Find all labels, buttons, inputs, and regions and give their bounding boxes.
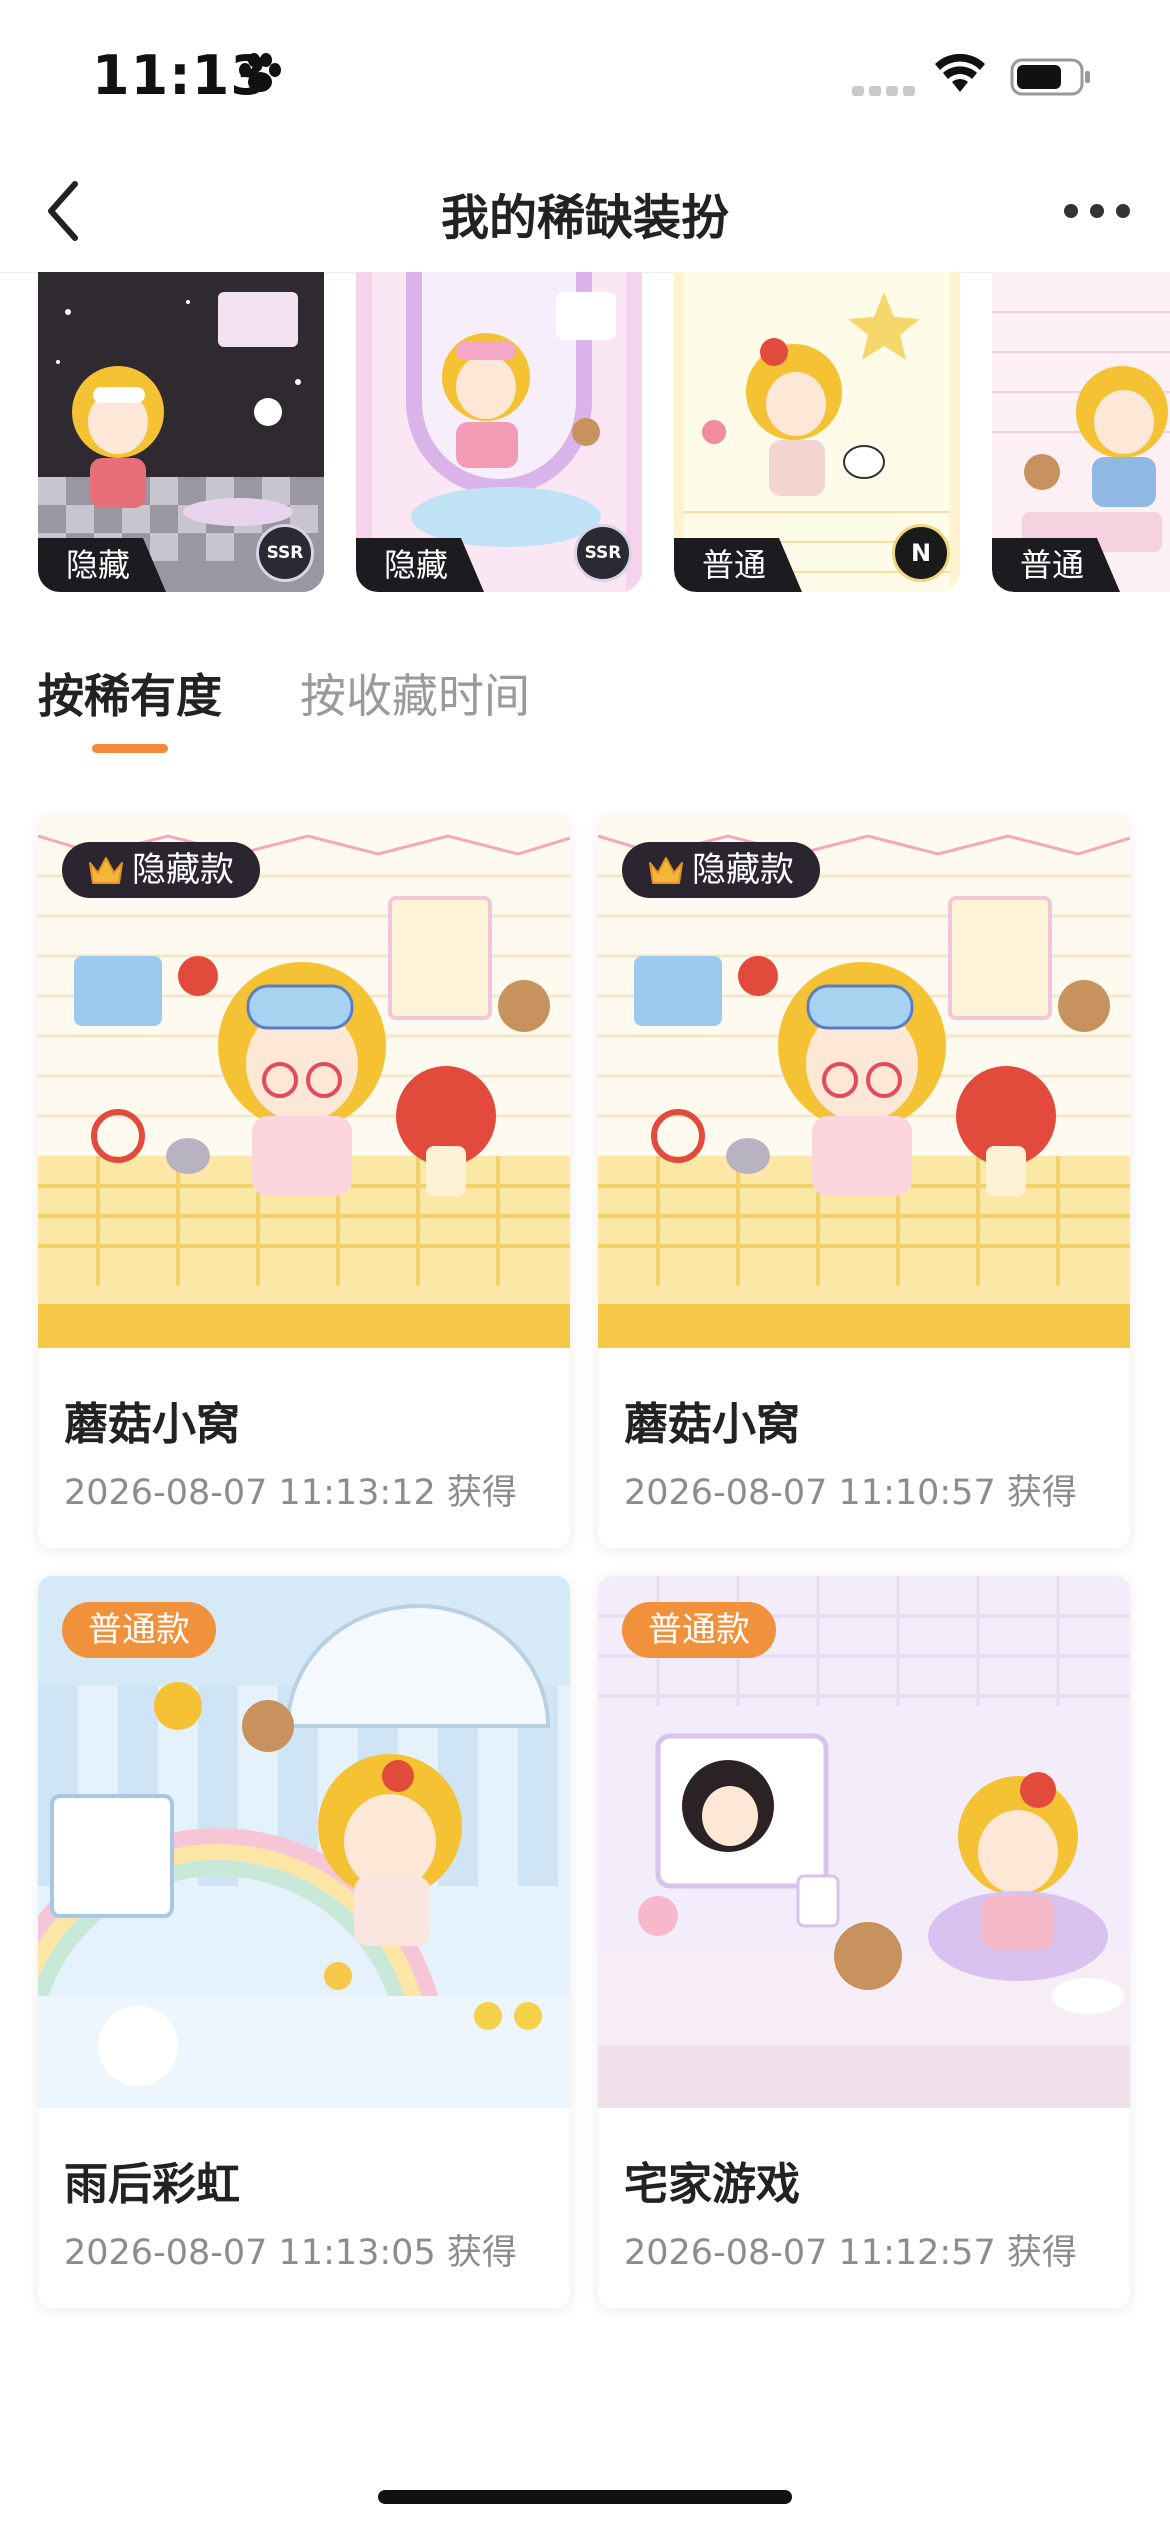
carousel-item[interactable]: 隐藏 SSR xyxy=(356,272,642,592)
rarity-badge: 隐藏款 xyxy=(622,842,820,898)
tab-by-rarity[interactable]: 按稀有度 xyxy=(38,660,222,726)
status-bar: 11:13 xyxy=(0,0,1170,150)
obtained-time: 2026-08-07 11:13:05 获得 xyxy=(64,2233,517,2273)
crown-icon xyxy=(89,857,123,884)
grade-badge: SSR xyxy=(256,524,314,582)
obtained-time: 2026-08-07 11:13:12 获得 xyxy=(64,1473,517,1513)
battery-icon xyxy=(1010,58,1090,96)
tab-by-collection-time[interactable]: 按收藏时间 xyxy=(300,660,530,726)
sort-tabs: 按稀有度 按收藏时间 xyxy=(38,660,838,760)
outfit-carousel[interactable]: 隐藏 SSR 隐藏 SSR 普通 N 普通 xyxy=(0,272,1170,602)
more-options-button[interactable] xyxy=(1052,176,1142,246)
rarity-badge: 隐藏款 xyxy=(62,842,260,898)
rarity-badge-label: 隐藏款 xyxy=(132,850,234,890)
rarity-badge-label: 普通款 xyxy=(88,1610,190,1650)
carousel-item[interactable]: 普通 N xyxy=(674,272,960,592)
grade-badge: SSR xyxy=(574,524,632,582)
rarity-badge-label: 普通款 xyxy=(648,1610,750,1650)
paw-icon xyxy=(239,53,281,92)
rarity-badge: 普通款 xyxy=(622,1602,776,1658)
obtained-time: 2026-08-07 11:12:57 获得 xyxy=(624,2233,1077,2273)
home-indicator[interactable] xyxy=(378,2490,792,2504)
obtained-time: 2026-08-07 11:10:57 获得 xyxy=(624,1473,1077,1513)
carousel-item[interactable]: 隐藏 SSR xyxy=(38,272,324,592)
outfit-name: 蘑菇小窝 xyxy=(624,1399,800,1450)
outfit-name: 蘑菇小窝 xyxy=(64,1399,240,1450)
wifi-icon xyxy=(935,54,985,92)
navigation-bar: 我的稀缺装扮 xyxy=(0,150,1170,273)
active-tab-indicator xyxy=(92,744,168,753)
rarity-badge: 普通款 xyxy=(62,1602,216,1658)
outfit-card[interactable]: 隐藏款 蘑菇小窝 2026-08-07 11:10:57 获得 xyxy=(598,816,1130,1548)
outfit-card[interactable]: 隐藏款 蘑菇小窝 2026-08-07 11:13:12 获得 xyxy=(38,816,570,1548)
outfit-card[interactable]: 普通款 宅家游戏 2026-08-07 11:12:57 获得 xyxy=(598,1576,1130,2308)
grade-badge: N xyxy=(892,524,950,582)
cellular-signal-icon xyxy=(852,86,915,96)
carousel-item[interactable]: 普通 xyxy=(992,272,1170,592)
outfit-card[interactable]: 普通款 雨后彩虹 2026-08-07 11:13:05 获得 xyxy=(38,1576,570,2308)
outfit-name: 宅家游戏 xyxy=(624,2159,800,2210)
outfit-name: 雨后彩虹 xyxy=(64,2159,240,2210)
more-dots-icon xyxy=(1064,204,1130,218)
crown-icon xyxy=(649,857,683,884)
page-title: 我的稀缺装扮 xyxy=(440,190,729,246)
rarity-badge-label: 隐藏款 xyxy=(692,850,794,890)
